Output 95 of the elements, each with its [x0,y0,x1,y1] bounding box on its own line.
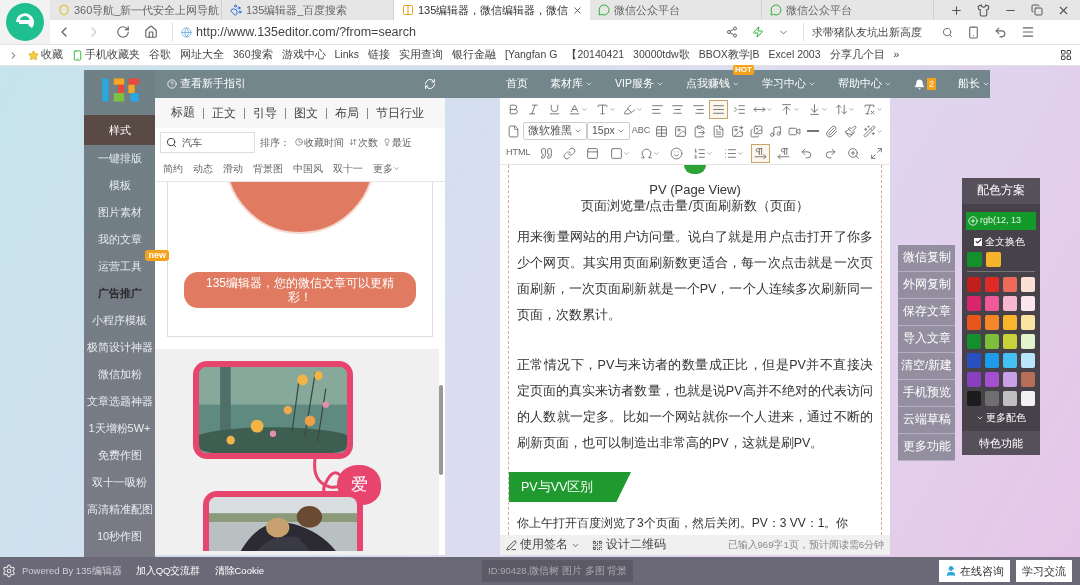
tab-title: 135编辑器_百度搜索 [246,2,348,18]
bookmark[interactable]: 实用查询 [399,47,444,63]
guide-link[interactable]: 查看新手指引 [180,76,246,92]
sort-option[interactable]: 收藏时间 [295,134,344,150]
hot-badge: HOT [733,65,754,76]
sidebar-item[interactable]: 微信加粉 [84,361,155,388]
bookmark[interactable]: 收藏 [28,47,63,63]
sidebar-item[interactable]: 免费作图 [84,442,155,469]
sort-option[interactable]: 最近 [383,134,412,150]
category-tab[interactable]: 引导 [244,107,285,119]
footer-link[interactable]: 清除Cookie [214,563,265,579]
sidebar-item[interactable]: 1天增粉5W+ [84,415,155,442]
sidebar-item[interactable]: 广告推广 [84,280,155,307]
sidebar-item[interactable]: 高清精准配图 [84,496,155,523]
special-features-button[interactable]: 特色功能 [962,431,1040,455]
bookmark[interactable]: 手机收藏夹 [72,47,140,63]
more-tag[interactable]: 更多 [373,161,400,176]
tab-title: 微信公众平台 [614,2,680,18]
bookmark[interactable]: 分享几个目 [829,47,885,63]
sort-option[interactable]: 次数 [349,134,378,150]
search-field[interactable]: 汽车 [160,131,255,153]
bookmark[interactable]: [Yangfan G [505,47,558,63]
user-menu[interactable]: 船长 [958,76,990,92]
footer-link[interactable]: 加入QQ交流群 [135,563,201,579]
dropdown[interactable]: 15px [587,122,630,140]
template-preview[interactable]: 爱 [155,349,439,555]
category-tab[interactable]: 图文 [285,107,326,119]
current-color-button[interactable]: rgb(12, 13 [966,212,1036,230]
article-title: PV (Page View) [648,182,742,198]
category-tab[interactable]: 布局 [326,107,367,119]
sort-label: 排序： [260,135,290,150]
sidebar-item[interactable]: 小程序模板 [84,307,155,334]
dropdown[interactable]: 微软雅黑 [523,122,587,140]
qrcode-button[interactable]: 设计二维码 [592,536,666,554]
bookmark[interactable]: 链接 [368,47,391,63]
more-colors-button[interactable]: 更多配色 [962,410,1040,425]
nav-link[interactable]: 首页 [506,76,529,92]
search-field[interactable]: 求带猪队友坑出新高度 [803,23,953,41]
bookmark[interactable]: 银行金融 [452,47,497,63]
category-tab[interactable]: 标题 [163,104,203,122]
nav-link[interactable]: 素材库 [550,76,594,92]
banner: 135编辑器，您的微信文章可以更精彩！ [184,272,416,308]
nav-link[interactable]: 帮助中心 [838,76,892,92]
panel-title: 配色方案 [962,178,1040,204]
checkbox-label: 全文换色 [985,235,1025,249]
filter-tag[interactable]: 背景图 [253,161,283,176]
sidebar-item[interactable]: 图片素材 [84,199,155,226]
address-field[interactable]: http://www.135editor.com/?from=search [172,22,712,42]
signature-button[interactable]: 使用签名 [506,536,580,554]
nav-link[interactable]: VIP服务 [615,76,664,92]
nav-link[interactable]: 点我赚钱 [686,76,740,92]
filter-tag[interactable]: 动态 [193,161,213,176]
paragraph: 正常情况下，PV与来访者的数量成正比，但是PV并不直接决定页面的真实来访者数量，也就是说PV高并不绝对的代表访问的人数就一定多。比如一个网站就你一个人进来，通过不断的刷新页面，也可以制造出非常高的PV，这就是刷PV。 [516,357,874,452]
sidebar-item[interactable]: 一键排版 [84,145,155,172]
notification-count: 2 [927,78,936,90]
category-tab[interactable]: 正文 [203,107,244,119]
sidebar-item[interactable]: 我的文章 [84,226,155,253]
bookmark[interactable]: BBOX教学|B [698,47,760,63]
footer-button[interactable]: 在线咨询 [939,560,1010,582]
nav-link[interactable]: 学习中心 [762,76,816,92]
new-badge: new [145,250,169,261]
footer-link[interactable]: Powered By 135编辑器 [22,563,122,579]
paragraph: 用来衡量网站的用户访问量。说白了就是用户点击打开了你多少个网页。其实用页面刷新数更适合，每一次点击就是一次页面刷新，一次页面刷新就是一个PV，一个人连续多次刷新同一页面，次数累计。 [516,229,874,324]
sidebar-item[interactable]: 极简设计神器 [84,334,155,361]
bookmark[interactable]: 30000tdw歌 [633,47,690,63]
sidebar-item[interactable]: 双十一吸粉 [84,469,155,496]
word-count: 已输入969字1页，预计阅读需6分钟 [727,537,884,552]
filter-tag[interactable]: 简约 [163,161,183,176]
toolbar-button[interactable]: HTML [504,144,533,162]
bookmark[interactable]: Excel 2003 [768,47,821,63]
browser-tab[interactable]: 135编辑器，微信编辑器，微信 [394,0,590,20]
article-subtitle: 页面浏览量/点击量/页面刷新数（页面） [579,198,811,214]
filter-tag[interactable]: 中国风 [293,161,323,176]
sidebar-item[interactable]: 文章选题神器 [84,388,155,415]
bookmark[interactable]: » [893,47,900,63]
bookmark[interactable]: 网址大全 [180,47,224,63]
filter-tag[interactable]: 双十一 [333,161,363,176]
image-id-label: ID:90428,微信树 图片 多图 背景 [482,560,634,582]
section-heading: PV与VV区别 [509,472,631,502]
toolbar-button[interactable]: ABC [629,122,653,140]
filter-tag[interactable]: 滑动 [223,161,243,176]
tab-title: 360导航_新一代安全上网导航 [74,2,220,18]
paragraph: 你上午打开百度浏览了3个页面，然后关闭。PV：3 VV：1。你 [516,515,850,532]
bookmark[interactable]: 游戏中心 [281,47,326,63]
sidebar-item[interactable]: 10秒作图 [84,523,155,550]
bookmark[interactable]: 360搜索 [233,47,273,63]
bookmark[interactable]: 谷歌 [149,47,171,63]
bookmark[interactable]: 【20140421 [566,47,625,63]
sidebar-item[interactable]: 样式 [84,115,155,145]
tab-title: 微信公众平台 [786,2,852,18]
category-tab[interactable]: 节日行业 [367,107,432,119]
tab-title: 135编辑器，微信编辑器，微信 [418,2,569,18]
bookmark[interactable]: Links [334,47,360,63]
sidebar-item[interactable]: 模板 [84,172,155,199]
footer-button[interactable]: 学习交流 [1016,560,1072,582]
